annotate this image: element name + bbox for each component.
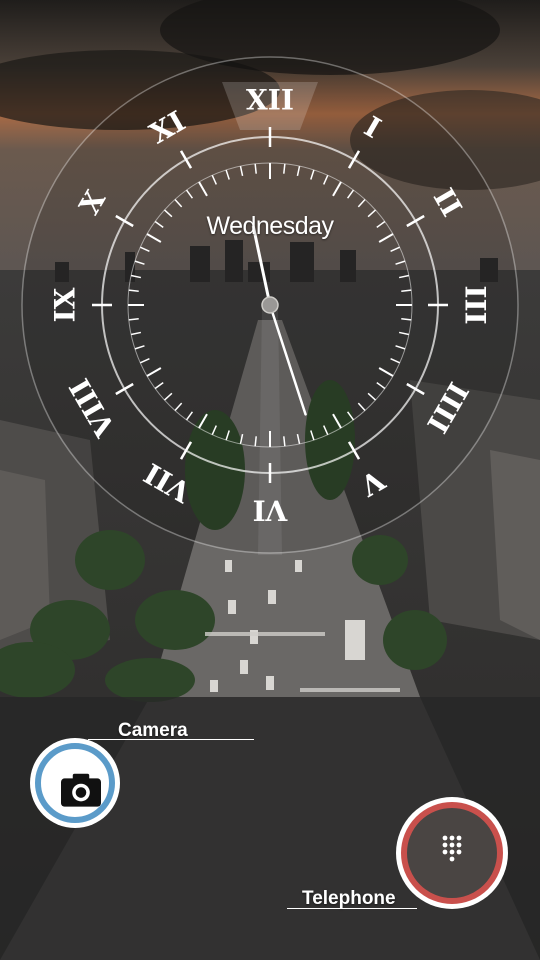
clock-minute-tick (128, 318, 139, 321)
telephone-label: Telephone (302, 888, 396, 909)
telephone-label-underline (287, 908, 417, 909)
camera-icon (61, 773, 101, 807)
clock-minute-tick (401, 289, 412, 292)
dialpad-icon (442, 835, 462, 862)
clock-numeral: III (459, 285, 492, 324)
camera-button[interactable] (30, 738, 120, 828)
day-of-week: Wednesday (206, 212, 334, 240)
clock-minute-tick (401, 318, 412, 321)
clock-numeral: XII (246, 84, 294, 117)
clock-minute-tick (283, 163, 286, 174)
clock-numeral: VI (253, 494, 289, 527)
clock-numeral: IX (49, 287, 82, 322)
telephone-button[interactable] (396, 797, 508, 909)
clock-minute-tick (254, 163, 257, 174)
camera-ring (35, 743, 115, 823)
camera-label-underline (88, 739, 254, 740)
clock-minute-tick (128, 289, 139, 292)
analog-clock: XIIIIIIIIIIIIVVIVIIVIIIIXXXI (21, 56, 519, 555)
clock-minute-tick (254, 436, 257, 447)
clock-center-pin (261, 296, 279, 314)
clock-minute-tick (283, 436, 286, 447)
telephone-ring (401, 802, 503, 904)
